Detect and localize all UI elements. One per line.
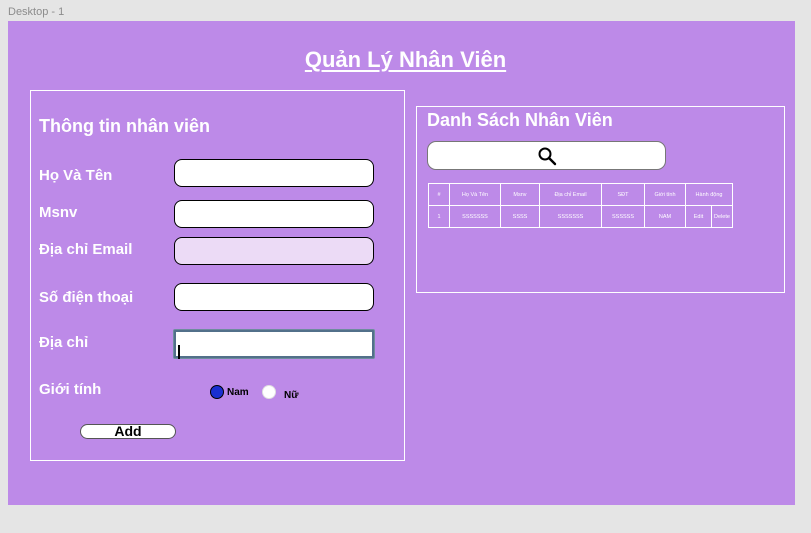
- msnv-label: Msnv: [39, 204, 78, 221]
- employee-info-panel: [30, 90, 405, 461]
- address-input[interactable]: [174, 330, 374, 358]
- address-label: Địa chỉ: [39, 334, 89, 351]
- frame-label: Desktop - 1: [8, 6, 65, 18]
- column-header: Hành động: [684, 183, 734, 206]
- column-header: Msnv: [500, 183, 540, 206]
- list-heading: Danh Sách Nhân Viên: [427, 110, 613, 130]
- table-cell: SSSSSS: [601, 205, 645, 228]
- email-input[interactable]: [174, 237, 374, 265]
- column-header: SĐT: [601, 183, 645, 206]
- table-header-row: # Họ Và Tên Msnv Địa chỉ Email SĐT Giới …: [428, 183, 734, 206]
- column-header: Giới tính: [644, 183, 686, 206]
- phone-input[interactable]: [174, 283, 374, 311]
- table-cell: SSSSSSS: [539, 205, 602, 228]
- page-title: Quản Lý Nhân Viên: [304, 47, 507, 72]
- column-header: Họ Và Tên: [449, 183, 501, 206]
- search-input[interactable]: [427, 141, 666, 170]
- gender-label: Giới tính: [39, 381, 102, 398]
- gender-radio-nu-label: Nữ: [284, 390, 299, 401]
- column-header: #: [428, 183, 450, 206]
- name-label: Họ Và Tên: [39, 167, 113, 184]
- table-cell: NAM: [644, 205, 686, 228]
- column-header: Địa chỉ Email: [539, 183, 602, 206]
- delete-button[interactable]: Delete: [710, 205, 734, 228]
- add-button[interactable]: Add: [80, 424, 176, 439]
- name-input[interactable]: [174, 159, 374, 187]
- text-caret: [178, 345, 180, 359]
- email-label: Địa chỉ Email: [39, 241, 133, 258]
- table-cell: SSSS: [500, 205, 540, 228]
- search-icon: [538, 147, 557, 166]
- edit-button[interactable]: Edit: [685, 205, 712, 228]
- gender-radio-nu[interactable]: [262, 385, 276, 399]
- form-heading: Thông tin nhân viên: [39, 116, 210, 136]
- table-row: 1 SSSSSSS SSSS SSSSSSS SSSSSS NAM Edit D…: [428, 205, 734, 228]
- phone-label: Số điện thoại: [39, 289, 134, 306]
- table-cell: 1: [428, 205, 450, 228]
- msnv-input[interactable]: [174, 200, 374, 228]
- gender-radio-nam-label: Nam: [227, 387, 249, 398]
- table-cell: SSSSSSS: [449, 205, 501, 228]
- employee-table: # Họ Và Tên Msnv Địa chỉ Email SĐT Giới …: [428, 183, 734, 228]
- gender-radio-nam[interactable]: [210, 385, 224, 399]
